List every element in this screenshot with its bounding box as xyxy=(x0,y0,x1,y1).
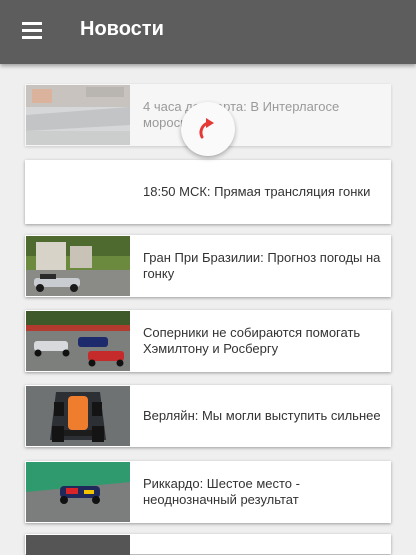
refresh-arrow-icon xyxy=(199,118,214,139)
news-title: 4 часа до старта: В Интерлагосе моросит … xyxy=(143,99,340,130)
news-item[interactable] xyxy=(25,534,391,555)
pull-to-refresh-indicator xyxy=(181,102,235,156)
news-thumbnail xyxy=(26,236,130,296)
news-thumbnail xyxy=(26,85,130,145)
news-thumbnail xyxy=(26,311,130,371)
news-title: 18:50 МСК: Прямая трансляция гонки xyxy=(143,184,371,199)
news-item[interactable]: Верляйн: Мы могли выступить сильнее xyxy=(25,385,391,447)
news-title: Верляйн: Мы могли выступить сильнее xyxy=(143,408,381,423)
news-thumbnail xyxy=(26,535,130,555)
news-title: Риккардо: Шестое место - неоднозначный р… xyxy=(143,476,300,507)
news-item[interactable]: 18:50 МСК: Прямая трансляция гонки xyxy=(25,160,391,224)
news-item[interactable]: Соперники не собираются помогать Хэмилто… xyxy=(25,310,391,372)
news-title: Соперники не собираются помогать Хэмилто… xyxy=(143,325,361,356)
news-title: Гран При Бразилии: Прогноз погоды на гон… xyxy=(143,250,381,281)
news-thumbnail xyxy=(26,462,130,522)
news-item[interactable]: Риккардо: Шестое место - неоднозначный р… xyxy=(25,461,391,523)
hamburger-menu-icon[interactable] xyxy=(22,22,42,39)
page-title: Новости xyxy=(80,18,164,40)
news-item[interactable]: Гран При Бразилии: Прогноз погоды на гон… xyxy=(25,235,391,297)
news-thumbnail xyxy=(26,386,130,446)
app-bar: Новости xyxy=(0,0,416,64)
